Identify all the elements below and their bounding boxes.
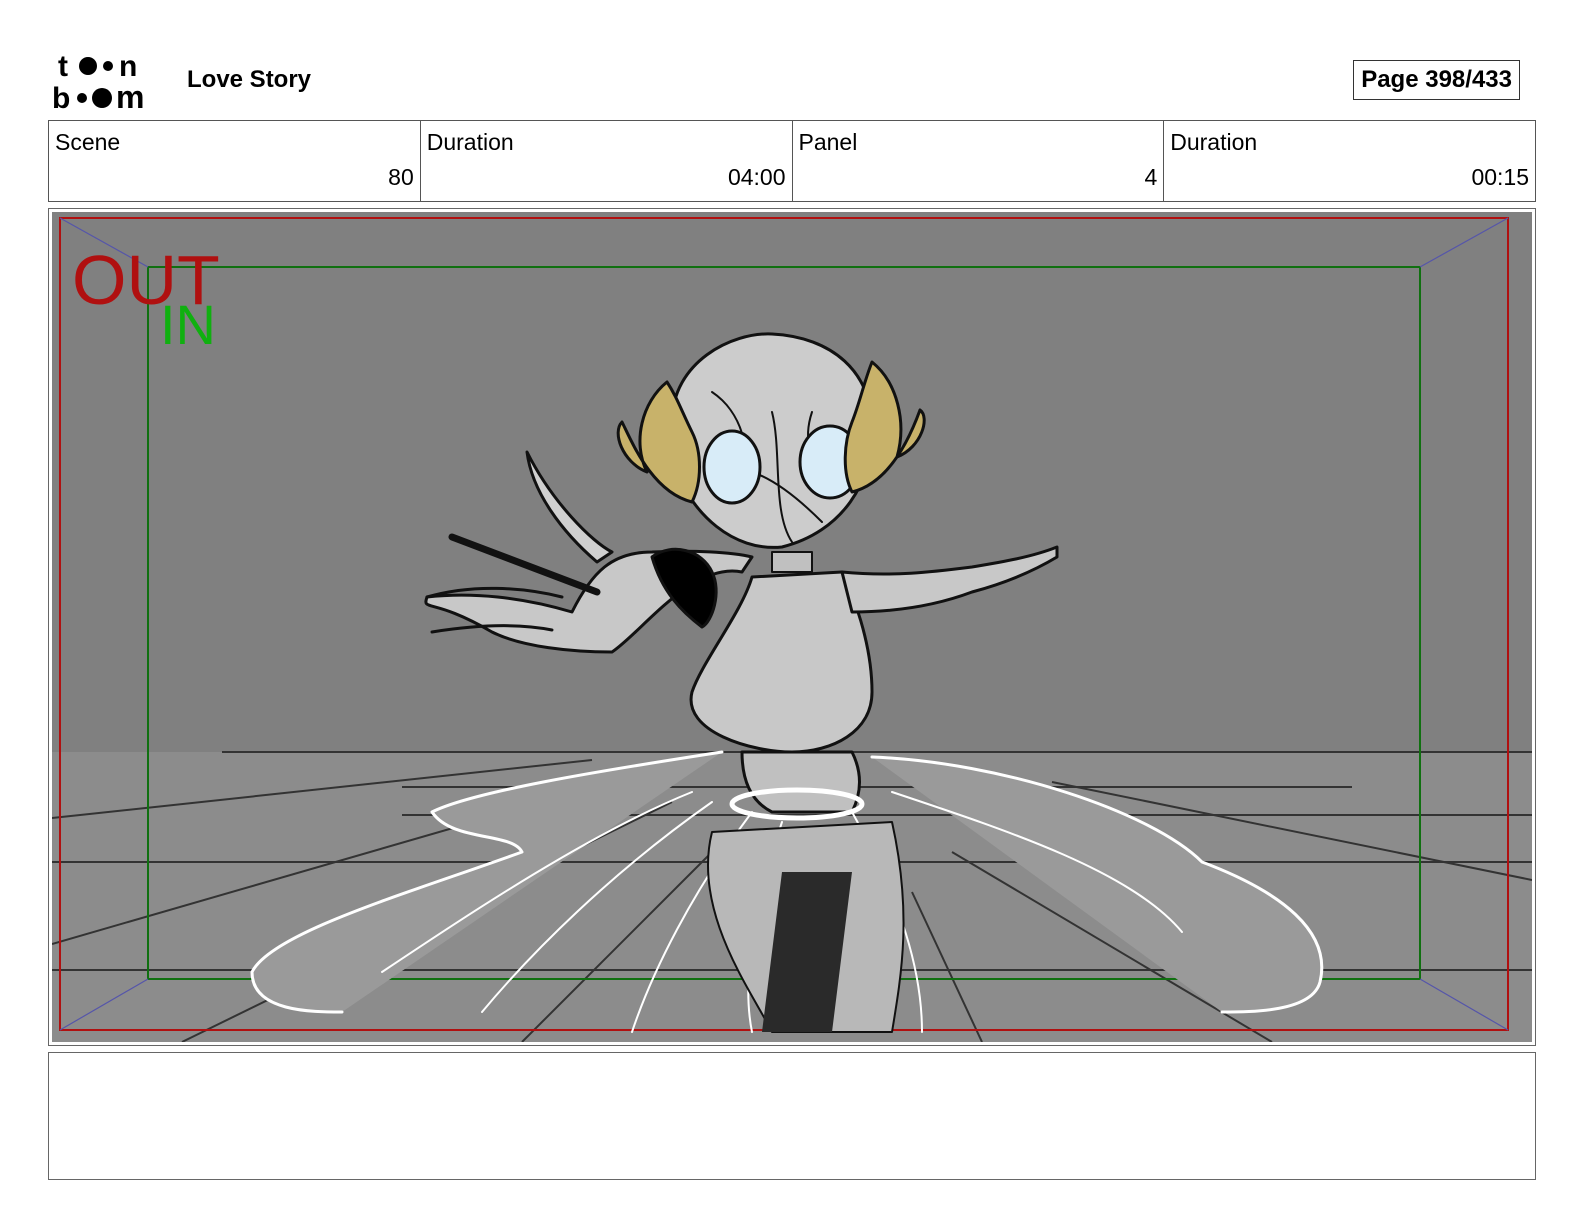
left-lens bbox=[702, 429, 762, 505]
panel-label: Panel bbox=[798, 129, 858, 155]
in-label: IN bbox=[160, 293, 216, 356]
neck bbox=[771, 551, 813, 573]
svg-text:t: t bbox=[58, 50, 68, 83]
svg-text:b: b bbox=[52, 82, 70, 112]
scene-label: Scene bbox=[55, 129, 121, 155]
scene-duration-label: Duration bbox=[426, 129, 514, 155]
toon-boom-logo: t n b m bbox=[52, 50, 144, 112]
panel-duration-label: Duration bbox=[1170, 129, 1258, 155]
panel-duration-value: 00:15 bbox=[1471, 164, 1529, 190]
scene-duration-cell: Duration 04:00 bbox=[421, 121, 793, 201]
panel-cell: Panel 4 bbox=[793, 121, 1165, 201]
scene-duration-value: 04:00 bbox=[727, 164, 786, 190]
waist bbox=[740, 750, 861, 814]
page-indicator: Page 398/433 bbox=[1353, 60, 1520, 100]
scene-value: 80 bbox=[388, 164, 414, 190]
panel-notes-area bbox=[48, 1052, 1536, 1180]
svg-text:m: m bbox=[116, 79, 144, 112]
panel-drawing: OUT IN bbox=[52, 212, 1532, 1042]
scene-info-table: Scene 80 Duration 04:00 Panel 4 Duration… bbox=[48, 120, 1536, 202]
project-title: Love Story bbox=[187, 66, 312, 93]
storyboard-panel: OUT IN bbox=[48, 208, 1536, 1046]
panel-value: 4 bbox=[1144, 164, 1158, 190]
panel-duration-cell: Duration 00:15 bbox=[1164, 121, 1535, 201]
scene-cell: Scene 80 bbox=[49, 121, 421, 201]
